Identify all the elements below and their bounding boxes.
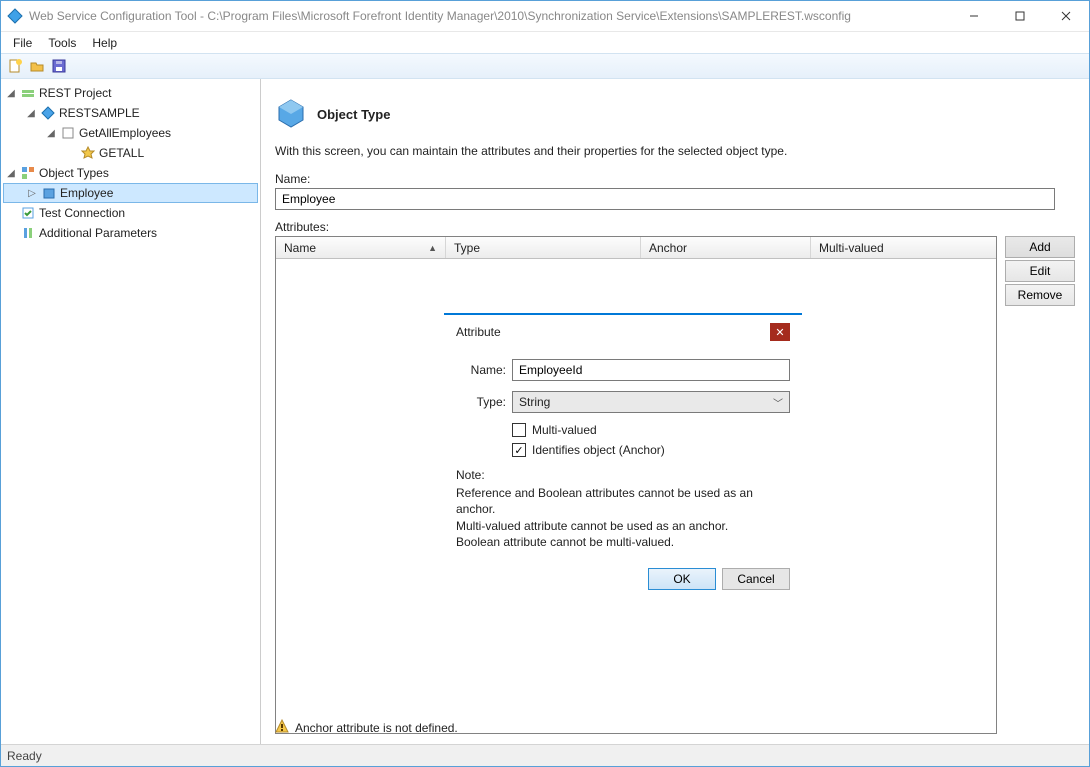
new-file-icon[interactable] <box>7 58 23 74</box>
save-icon[interactable] <box>51 58 67 74</box>
cube-icon <box>41 185 57 201</box>
section-description: With this screen, you can maintain the a… <box>275 144 1075 158</box>
col-anchor[interactable]: Anchor <box>641 237 811 258</box>
menu-file[interactable]: File <box>5 34 40 52</box>
expander-icon[interactable]: ◢ <box>25 108 37 119</box>
chevron-down-icon: ﹀ <box>773 395 783 410</box>
sort-asc-icon: ▲ <box>428 243 437 253</box>
multi-valued-checkbox[interactable] <box>512 423 526 437</box>
attributes-table[interactable]: Name ▲ Type Anchor Multi-valued Attribut… <box>275 236 997 734</box>
tree-label: RESTSAMPLE <box>59 106 140 120</box>
content-pane: Object Type With this screen, you can ma… <box>261 79 1089 744</box>
section-header: Object Type <box>275 97 1075 132</box>
expander-icon[interactable]: ▷ <box>26 188 38 199</box>
tree-getall[interactable]: GETALL <box>3 143 258 163</box>
tree-object-types[interactable]: ◢ Object Types <box>3 163 258 183</box>
expander-icon[interactable]: ◢ <box>45 128 57 139</box>
name-label: Name: <box>275 172 1075 186</box>
dialog-type-label: Type: <box>456 395 506 409</box>
expander-icon[interactable]: ◢ <box>5 88 17 99</box>
operation-icon <box>60 125 76 141</box>
multi-valued-row[interactable]: Multi-valued <box>512 423 790 437</box>
object-type-icon <box>275 97 307 132</box>
section-title: Object Type <box>317 107 390 122</box>
app-icon <box>7 8 23 24</box>
tree-restsample[interactable]: ◢ RESTSAMPLE <box>3 103 258 123</box>
note-title: Note: <box>456 467 790 483</box>
tree-pane: ◢ REST Project ◢ RESTSAMPLE ◢ GetAllEmpl… <box>1 79 261 744</box>
parameters-icon <box>20 225 36 241</box>
tree-label: Employee <box>60 186 113 200</box>
tree-label: Object Types <box>39 166 109 180</box>
statusbar: Ready <box>1 744 1089 766</box>
service-icon <box>40 105 56 121</box>
expander-icon[interactable]: ◢ <box>5 168 17 179</box>
tree-label: GETALL <box>99 146 144 160</box>
tree-label: GetAllEmployees <box>79 126 171 140</box>
body-area: ◢ REST Project ◢ RESTSAMPLE ◢ GetAllEmpl… <box>1 79 1089 744</box>
close-button[interactable] <box>1043 1 1089 31</box>
tree-label: Additional Parameters <box>39 226 157 240</box>
col-name-label: Name <box>284 241 316 255</box>
name-input[interactable] <box>275 188 1055 210</box>
attribute-buttons: Add Edit Remove <box>1005 236 1075 734</box>
tree-getallemployees[interactable]: ◢ GetAllEmployees <box>3 123 258 143</box>
dialog-name-label: Name: <box>456 363 506 377</box>
rest-project-icon <box>20 85 36 101</box>
ok-button[interactable]: OK <box>648 568 716 590</box>
anchor-row[interactable]: Identifies object (Anchor) <box>512 443 790 457</box>
toolbar <box>1 53 1089 79</box>
dialog-type-select[interactable]: String ﹀ <box>512 391 790 413</box>
anchor-checkbox[interactable] <box>512 443 526 457</box>
warning-text: Anchor attribute is not defined. <box>295 721 458 735</box>
attributes-area: Name ▲ Type Anchor Multi-valued Attribut… <box>275 236 1075 734</box>
multi-valued-label: Multi-valued <box>532 423 597 437</box>
note-line: Boolean attribute cannot be multi-valued… <box>456 534 790 550</box>
titlebar: Web Service Configuration Tool - C:\Prog… <box>1 1 1089 31</box>
tree-employee[interactable]: ▷ Employee <box>3 183 258 203</box>
remove-button[interactable]: Remove <box>1005 284 1075 306</box>
star-icon <box>80 145 96 161</box>
dialog-title: Attribute <box>456 325 501 339</box>
menu-help[interactable]: Help <box>84 34 125 52</box>
window-title: Web Service Configuration Tool - C:\Prog… <box>29 9 951 23</box>
minimize-button[interactable] <box>951 1 997 31</box>
test-connection-icon <box>20 205 36 221</box>
cancel-button[interactable]: Cancel <box>722 568 790 590</box>
tree-rest-project[interactable]: ◢ REST Project <box>3 83 258 103</box>
tree-additional-parameters[interactable]: Additional Parameters <box>3 223 258 243</box>
note-line: Reference and Boolean attributes cannot … <box>456 485 790 517</box>
warning-icon <box>275 719 289 736</box>
maximize-button[interactable] <box>997 1 1043 31</box>
attributes-label: Attributes: <box>275 220 1075 234</box>
attributes-table-header: Name ▲ Type Anchor Multi-valued <box>276 237 996 259</box>
menu-tools[interactable]: Tools <box>40 34 84 52</box>
attribute-dialog: Attribute ✕ Name: Type: String ﹀ <box>444 313 802 604</box>
dialog-note: Note: Reference and Boolean attributes c… <box>456 467 790 550</box>
window-controls <box>951 1 1089 31</box>
menubar: File Tools Help <box>1 31 1089 53</box>
anchor-label: Identifies object (Anchor) <box>532 443 665 457</box>
status-text: Ready <box>7 749 42 763</box>
col-multivalued[interactable]: Multi-valued <box>811 237 996 258</box>
add-button[interactable]: Add <box>1005 236 1075 258</box>
object-types-icon <box>20 165 36 181</box>
tree-label: Test Connection <box>39 206 125 220</box>
col-name[interactable]: Name ▲ <box>276 237 446 258</box>
dialog-name-input[interactable] <box>512 359 790 381</box>
tree-test-connection[interactable]: Test Connection <box>3 203 258 223</box>
dialog-type-value: String <box>519 395 550 409</box>
open-folder-icon[interactable] <box>29 58 45 74</box>
note-line: Multi-valued attribute cannot be used as… <box>456 518 790 534</box>
warning-row: Anchor attribute is not defined. <box>275 719 458 736</box>
dialog-close-button[interactable]: ✕ <box>770 323 790 341</box>
tree-label: REST Project <box>39 86 111 100</box>
edit-button[interactable]: Edit <box>1005 260 1075 282</box>
col-type[interactable]: Type <box>446 237 641 258</box>
